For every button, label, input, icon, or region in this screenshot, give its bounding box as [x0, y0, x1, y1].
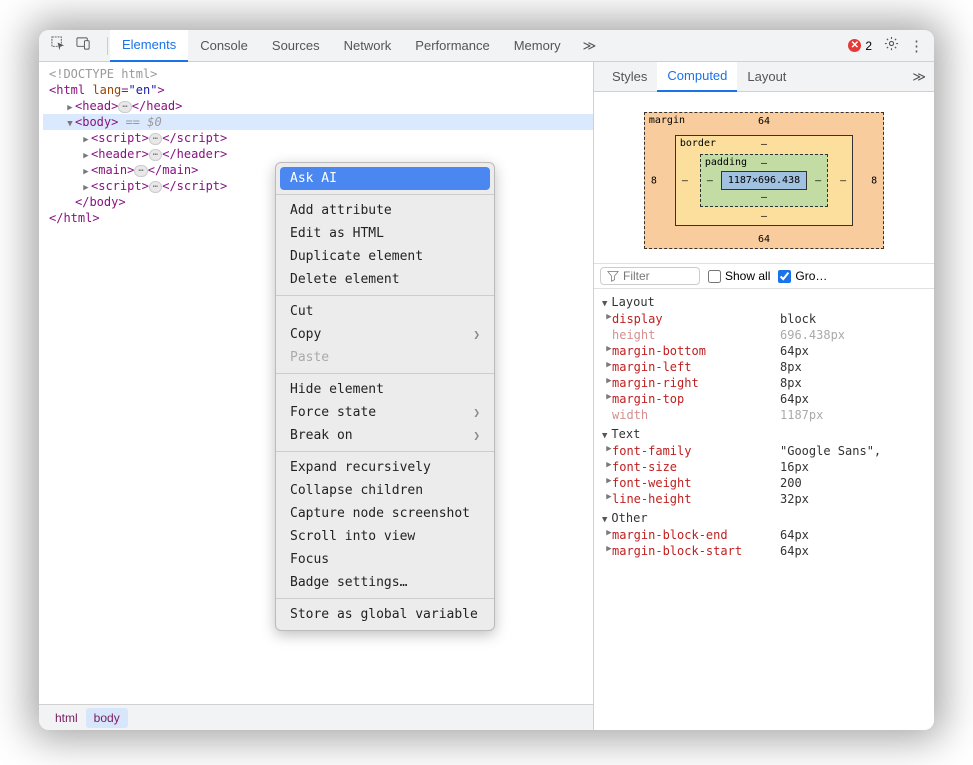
inspect-icon[interactable] — [51, 36, 66, 55]
prop-margin-block-end[interactable]: ▶margin-block-end64px — [600, 527, 928, 543]
prop-display[interactable]: ▶displayblock — [600, 311, 928, 327]
dom-node-script-1[interactable]: ▶<script>⋯</script> — [43, 130, 593, 146]
dom-node-body-open[interactable]: ▼<body> == $0 — [43, 114, 593, 130]
tab-performance[interactable]: Performance — [403, 30, 501, 62]
dom-tree[interactable]: <!DOCTYPE html> <html lang="en"> ▶<head>… — [39, 62, 593, 704]
group-layout[interactable]: Layout — [600, 291, 928, 311]
ctx-collapse[interactable]: Collapse children — [276, 479, 494, 502]
filter-icon — [607, 270, 619, 282]
ctx-hide[interactable]: Hide element — [276, 378, 494, 401]
ctx-scroll[interactable]: Scroll into view — [276, 525, 494, 548]
box-margin-label: margin — [649, 115, 685, 126]
prop-width[interactable]: width1187px — [600, 407, 928, 423]
box-margin-right: 8 — [871, 175, 877, 186]
tab-network[interactable]: Network — [332, 30, 404, 62]
ctx-duplicate[interactable]: Duplicate element — [276, 245, 494, 268]
prop-font-family[interactable]: ▶font-family"Google Sans", — [600, 443, 928, 459]
tab-memory[interactable]: Memory — [502, 30, 573, 62]
group-other[interactable]: Other — [600, 507, 928, 527]
ctx-copy[interactable]: Copy❯ — [276, 323, 494, 346]
device-toggle-icon[interactable] — [76, 36, 91, 55]
box-content: 1187×696.438 — [721, 171, 807, 190]
prop-margin-block-start[interactable]: ▶margin-block-start64px — [600, 543, 928, 559]
error-icon: ✕ — [848, 39, 861, 52]
subtabs-overflow[interactable]: ≫ — [912, 69, 926, 85]
tab-elements[interactable]: Elements — [110, 30, 188, 62]
context-menu: Ask AI Add attribute Edit as HTML Duplic… — [275, 162, 495, 631]
box-margin-bottom: 64 — [758, 234, 770, 245]
tab-console[interactable]: Console — [188, 30, 260, 62]
box-model[interactable]: margin 64 64 8 8 border – – – – padding … — [594, 92, 934, 263]
prop-margin-left[interactable]: ▶margin-left8px — [600, 359, 928, 375]
tab-sources[interactable]: Sources — [260, 30, 332, 62]
group-checkbox[interactable]: Gro… — [778, 269, 827, 283]
more-menu-icon[interactable]: ⋮ — [909, 37, 924, 55]
prop-height[interactable]: height696.438px — [600, 327, 928, 343]
ctx-focus[interactable]: Focus — [276, 548, 494, 571]
box-padding-label: padding — [705, 157, 747, 168]
group-text[interactable]: Text — [600, 423, 928, 443]
ctx-break-on[interactable]: Break on❯ — [276, 424, 494, 447]
ctx-add-attribute[interactable]: Add attribute — [276, 199, 494, 222]
prop-margin-top[interactable]: ▶margin-top64px — [600, 391, 928, 407]
ctx-store[interactable]: Store as global variable — [276, 603, 494, 626]
prop-font-weight[interactable]: ▶font-weight200 — [600, 475, 928, 491]
tabs-overflow[interactable]: ≫ — [573, 38, 607, 54]
breadcrumb-body[interactable]: body — [86, 708, 128, 728]
dom-breadcrumb: html body — [39, 704, 593, 730]
computed-properties: Layout ▶displayblock height696.438px ▶ma… — [594, 289, 934, 569]
chevron-right-icon: ❯ — [473, 406, 480, 419]
chevron-right-icon: ❯ — [473, 429, 480, 442]
box-margin-top: 64 — [758, 116, 770, 127]
ctx-edit-html[interactable]: Edit as HTML — [276, 222, 494, 245]
ctx-delete[interactable]: Delete element — [276, 268, 494, 291]
ctx-force-state[interactable]: Force state❯ — [276, 401, 494, 424]
computed-filter-input[interactable]: Filter — [600, 267, 700, 285]
settings-icon[interactable] — [884, 36, 899, 55]
show-all-checkbox[interactable]: Show all — [708, 269, 770, 283]
subtab-computed[interactable]: Computed — [657, 62, 737, 92]
ctx-expand[interactable]: Expand recursively — [276, 456, 494, 479]
subtab-layout[interactable]: Layout — [737, 62, 796, 92]
error-badge[interactable]: ✕ 2 — [848, 39, 872, 53]
subtab-styles[interactable]: Styles — [602, 62, 657, 92]
dom-node-html-open[interactable]: <html lang="en"> — [43, 82, 593, 98]
prop-margin-bottom[interactable]: ▶margin-bottom64px — [600, 343, 928, 359]
breadcrumb-html[interactable]: html — [47, 708, 86, 728]
ctx-badge[interactable]: Badge settings… — [276, 571, 494, 594]
computed-filter-row: Filter Show all Gro… — [594, 263, 934, 289]
main-toolbar: Elements Console Sources Network Perform… — [39, 30, 934, 62]
sidebar-tabs: Styles Computed Layout ≫ — [594, 62, 934, 92]
box-margin-left: 8 — [651, 175, 657, 186]
prop-font-size[interactable]: ▶font-size16px — [600, 459, 928, 475]
dom-node-head[interactable]: ▶<head>⋯</head> — [43, 98, 593, 114]
prop-line-height[interactable]: ▶line-height32px — [600, 491, 928, 507]
styles-sidebar: Styles Computed Layout ≫ margin 64 64 8 … — [594, 62, 934, 730]
ctx-cut[interactable]: Cut — [276, 300, 494, 323]
dom-node-doctype[interactable]: <!DOCTYPE html> — [43, 66, 593, 82]
ctx-paste: Paste — [276, 346, 494, 369]
dom-node-header[interactable]: ▶<header>⋯</header> — [43, 146, 593, 162]
box-border-label: border — [680, 138, 716, 149]
elements-panel: <!DOCTYPE html> <html lang="en"> ▶<head>… — [39, 62, 594, 730]
chevron-right-icon: ❯ — [473, 328, 480, 341]
devtools-window: Elements Console Sources Network Perform… — [39, 30, 934, 730]
error-count: 2 — [865, 39, 872, 53]
ctx-capture[interactable]: Capture node screenshot — [276, 502, 494, 525]
prop-margin-right[interactable]: ▶margin-right8px — [600, 375, 928, 391]
ctx-ask-ai[interactable]: Ask AI — [280, 167, 490, 190]
